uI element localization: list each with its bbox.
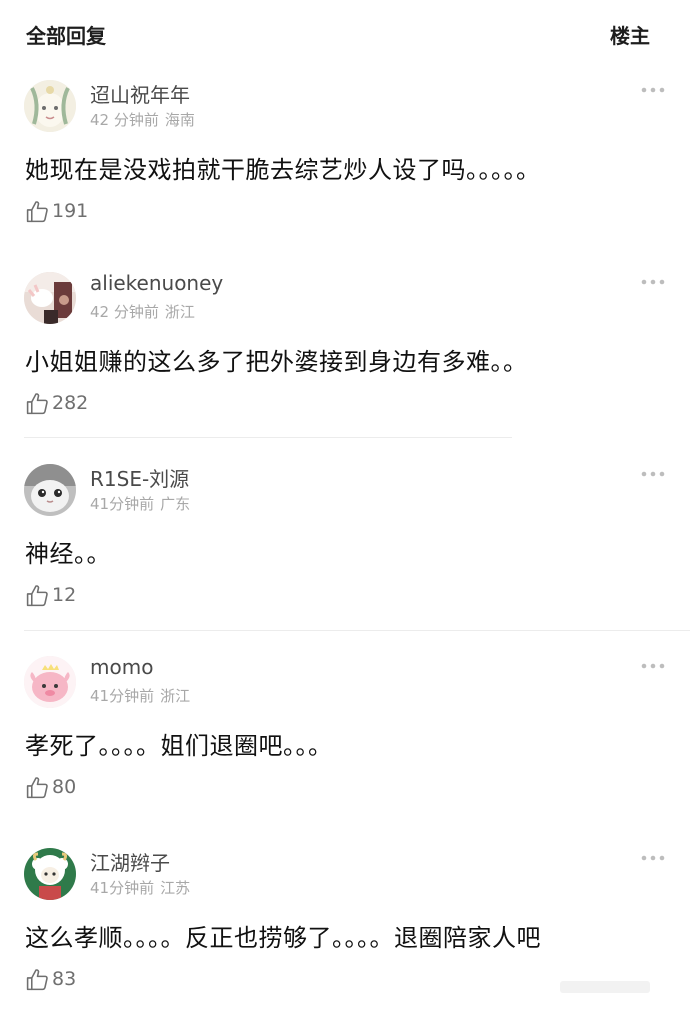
more-options-button[interactable]	[640, 84, 666, 96]
watermark	[560, 981, 650, 993]
comment-location: 江苏	[160, 879, 191, 897]
like-count: 12	[52, 584, 77, 606]
comment-text: 她现在是没戏拍就干脆去综艺炒人设了吗。。。。。	[25, 156, 541, 184]
like-button[interactable]: 83	[25, 966, 76, 992]
like-button[interactable]: 191	[25, 198, 88, 224]
more-options-button[interactable]	[640, 852, 666, 864]
username[interactable]: 江湖辫子	[90, 847, 170, 876]
avatar[interactable]	[24, 656, 76, 708]
thumbs-up-icon	[26, 392, 48, 414]
avatar[interactable]	[24, 848, 76, 900]
comment-time: 42 分钟前	[90, 303, 159, 321]
username[interactable]: aliekenuoney	[90, 271, 223, 295]
avatar-photo-icon	[24, 272, 76, 324]
comment-time: 42 分钟前	[90, 111, 159, 129]
username[interactable]: momo	[90, 655, 153, 679]
like-count: 80	[52, 776, 77, 798]
comment-item: momo 41分钟前 浙江 孝死了。。。。姐们退圈吧。。。 80	[0, 646, 690, 838]
comment-location: 广东	[160, 495, 191, 513]
like-count: 191	[52, 200, 89, 222]
username[interactable]: R1SE-刘源	[90, 463, 189, 492]
comment-item: 迢山祝年年 42 分钟前 海南 她现在是没戏拍就干脆去综艺炒人设了吗。。。。。 1…	[0, 70, 690, 262]
avatar-pink-creature-icon	[24, 656, 76, 708]
like-count: 282	[52, 392, 89, 414]
comment-meta: 41分钟前 浙江	[90, 685, 190, 706]
divider	[24, 437, 512, 438]
comment-item: R1SE-刘源 41分钟前 广东 神经。。 12	[0, 454, 690, 646]
more-dots-icon	[641, 471, 665, 477]
more-dots-icon	[641, 855, 665, 861]
like-button[interactable]: 282	[25, 390, 88, 416]
comment-text: 神经。。	[25, 540, 111, 568]
more-options-button[interactable]	[640, 276, 666, 288]
comment-meta: 42 分钟前 浙江	[90, 301, 195, 322]
comment-text: 小姐姐赚的这么多了把外婆接到身边有多难。。	[25, 348, 528, 376]
avatar[interactable]	[24, 272, 76, 324]
comment-item: 江湖辫子 41分钟前 江苏 这么孝顺。。。。反正也捞够了。。。。退圈陪家人吧 83	[0, 838, 690, 1030]
avatar-cat-icon	[24, 464, 76, 516]
comment-meta: 41分钟前 广东	[90, 493, 190, 514]
more-dots-icon	[641, 663, 665, 669]
avatar-sheep-icon	[24, 848, 76, 900]
comment-text: 这么孝顺。。。。反正也捞够了。。。。退圈陪家人吧	[25, 924, 541, 952]
avatar-illustration-icon	[24, 80, 76, 132]
avatar[interactable]	[24, 80, 76, 132]
more-options-button[interactable]	[640, 660, 666, 672]
more-dots-icon	[641, 279, 665, 285]
username[interactable]: 迢山祝年年	[90, 79, 190, 108]
reply-tabs: 全部回复 楼主	[0, 0, 690, 70]
comment-item: aliekenuoney 42 分钟前 浙江 小姐姐赚的这么多了把外婆接到身边有多…	[0, 262, 690, 454]
thumbs-up-icon	[26, 968, 48, 990]
comment-meta: 41分钟前 江苏	[90, 877, 190, 898]
comment-time: 41分钟前	[90, 687, 155, 705]
tab-op-only[interactable]: 楼主	[610, 20, 650, 49]
comment-location: 浙江	[160, 687, 191, 705]
like-button[interactable]: 12	[25, 582, 76, 608]
comment-time: 41分钟前	[90, 879, 155, 897]
divider	[24, 630, 690, 631]
more-dots-icon	[641, 87, 665, 93]
comment-location: 浙江	[164, 303, 195, 321]
comment-meta: 42 分钟前 海南	[90, 109, 195, 130]
avatar[interactable]	[24, 464, 76, 516]
comment-location: 海南	[164, 111, 195, 129]
like-button[interactable]: 80	[25, 774, 76, 800]
tab-all-replies[interactable]: 全部回复	[26, 20, 106, 49]
thumbs-up-icon	[26, 584, 48, 606]
thumbs-up-icon	[26, 200, 48, 222]
comment-text: 孝死了。。。。姐们退圈吧。。。	[25, 732, 333, 760]
thumbs-up-icon	[26, 776, 48, 798]
more-options-button[interactable]	[640, 468, 666, 480]
like-count: 83	[52, 968, 77, 990]
comment-time: 41分钟前	[90, 495, 155, 513]
